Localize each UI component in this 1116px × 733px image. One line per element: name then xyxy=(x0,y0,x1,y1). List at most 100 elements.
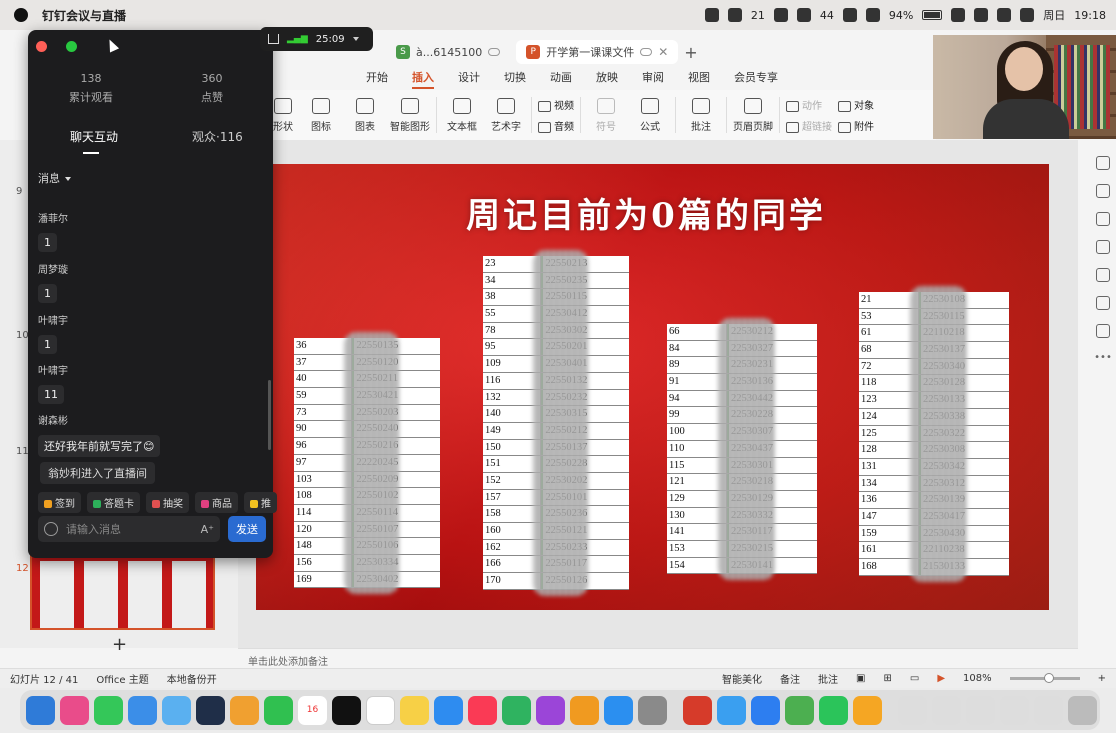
theme-label[interactable]: Office 主题 xyxy=(96,671,148,686)
emoji-icon[interactable] xyxy=(44,522,58,536)
apple-icon[interactable] xyxy=(14,8,28,22)
photos-icon[interactable] xyxy=(230,695,259,725)
wechat-app-icon[interactable] xyxy=(819,695,848,725)
wifi-icon[interactable] xyxy=(951,8,966,22)
zoom-slider[interactable] xyxy=(1009,673,1080,683)
message-filter[interactable]: 消息 xyxy=(38,170,71,186)
slide-number[interactable]: 12 xyxy=(16,563,29,574)
keynote-icon[interactable] xyxy=(434,695,463,725)
wps-icon[interactable] xyxy=(773,8,788,22)
more-icon[interactable]: ••• xyxy=(1094,352,1112,363)
attachment-button[interactable]: 附件 xyxy=(838,118,874,133)
select-icon[interactable] xyxy=(1096,156,1110,170)
image-icon[interactable] xyxy=(1096,268,1110,282)
promote-button[interactable]: 推 xyxy=(244,492,277,513)
dingtalk-app-icon[interactable] xyxy=(751,695,780,725)
mail-icon[interactable] xyxy=(128,695,157,725)
recent-window-icon[interactable] xyxy=(1034,695,1063,725)
view-normal-icon[interactable]: ▣ xyxy=(856,673,865,684)
zoom-window-button[interactable] xyxy=(66,41,77,52)
slideshow-icon[interactable]: ▶ xyxy=(937,673,945,684)
video-button[interactable]: 视频 xyxy=(538,97,574,112)
appstore-icon[interactable] xyxy=(604,695,633,725)
chart-button[interactable]: 图表 xyxy=(346,92,384,138)
object-button[interactable]: 对象 xyxy=(838,97,874,112)
view-reading-icon[interactable]: ▭ xyxy=(910,673,919,684)
control-center-icon[interactable] xyxy=(997,8,1012,22)
tab-viewers[interactable]: 观众·116 xyxy=(192,128,243,145)
slide-thumbnail-current[interactable] xyxy=(30,555,215,630)
zoom-level[interactable]: 108% xyxy=(963,673,992,684)
new-tab-icon[interactable]: + xyxy=(684,43,697,62)
finder-icon[interactable] xyxy=(26,695,55,725)
zoom-in-icon[interactable]: + xyxy=(1098,673,1106,684)
slide[interactable]: 周记目前为0篇的同学 36225501353722550120402255021… xyxy=(256,164,1049,610)
recent-window-icon[interactable] xyxy=(898,695,927,725)
send-button[interactable]: 发送 xyxy=(228,516,266,542)
numbers-icon[interactable] xyxy=(502,695,531,725)
safari-icon[interactable] xyxy=(162,695,191,725)
battery-icon[interactable] xyxy=(922,10,943,20)
safari-browser-icon[interactable] xyxy=(717,695,746,725)
tab-design[interactable]: 设计 xyxy=(458,69,480,85)
home-icon[interactable] xyxy=(268,34,279,44)
input-method-icon[interactable] xyxy=(865,8,880,22)
lottery-button[interactable]: 抽奖 xyxy=(146,492,189,513)
product-button[interactable]: 商品 xyxy=(195,492,238,513)
checkin-button[interactable]: 签到 xyxy=(38,492,81,513)
doc-tab-sheet[interactable]: S à...6145100 xyxy=(386,40,510,64)
student-table-1[interactable]: 3622550135372255012040225502115922530421… xyxy=(294,332,440,595)
podcasts-icon[interactable] xyxy=(536,695,565,725)
wechat-icon[interactable] xyxy=(727,8,742,22)
student-table-3[interactable]: 6622530212842253032789225302319122530136… xyxy=(667,318,817,581)
tab-chat[interactable]: 聊天互动 xyxy=(70,128,118,145)
network-icon[interactable] xyxy=(796,8,811,22)
menubar-clock[interactable]: 19:18 xyxy=(1074,9,1106,22)
live-timer-pill[interactable]: ▂▄▆ 25:09 xyxy=(260,27,373,51)
tab-home[interactable]: 开始 xyxy=(366,69,388,85)
tab-insert[interactable]: 插入 xyxy=(412,69,434,89)
slide-number[interactable]: 9 xyxy=(16,186,22,197)
comments-toggle[interactable]: 批注 xyxy=(818,671,838,686)
slide-number[interactable]: 11 xyxy=(16,446,29,457)
slide-title[interactable]: 周记目前为0篇的同学 xyxy=(456,188,836,237)
wps-office-icon[interactable] xyxy=(683,695,712,725)
paint-icon[interactable] xyxy=(1096,324,1110,338)
quiz-button[interactable]: 答题卡 xyxy=(87,492,140,513)
student-table-4[interactable]: 2122530108532253011561221102186822530137… xyxy=(859,286,1009,582)
close-tab-icon[interactable]: ✕ xyxy=(658,45,668,59)
font-format-icon[interactable]: A⁺ xyxy=(201,523,214,536)
notes-toggle[interactable]: 备注 xyxy=(780,671,800,686)
add-slide-button[interactable]: + xyxy=(112,634,127,655)
recent-window-icon[interactable] xyxy=(1000,695,1029,725)
textbox-button[interactable]: 文本框 xyxy=(443,92,481,138)
action-button[interactable]: 动作 xyxy=(786,97,832,112)
tab-slideshow[interactable]: 放映 xyxy=(596,69,618,85)
history-icon[interactable] xyxy=(1096,296,1110,310)
classroom-app-icon[interactable] xyxy=(853,695,882,725)
slide-number[interactable]: 10 xyxy=(16,330,29,341)
tab-view[interactable]: 视图 xyxy=(688,69,710,85)
calendar-icon[interactable]: 16 xyxy=(298,695,327,725)
tab-transition[interactable]: 切换 xyxy=(504,69,526,85)
smartart-button[interactable]: 智能图形 xyxy=(390,92,430,138)
shape-button[interactable]: 形状 xyxy=(270,92,296,138)
messages-icon[interactable] xyxy=(94,695,123,725)
reminders-icon[interactable] xyxy=(366,695,395,725)
star-icon[interactable] xyxy=(1096,212,1110,226)
settings-icon[interactable] xyxy=(1096,184,1110,198)
header-footer-button[interactable]: 页眉页脚 xyxy=(733,92,773,138)
search-icon[interactable] xyxy=(974,8,989,22)
chat-input[interactable]: 请输入消息 A⁺ xyxy=(38,516,220,542)
dingtalk-icon[interactable] xyxy=(196,695,225,725)
pages-icon[interactable] xyxy=(570,695,599,725)
podcast-icon[interactable] xyxy=(842,8,857,22)
chat-scrollbar[interactable] xyxy=(268,380,271,450)
recent-window-icon[interactable] xyxy=(966,695,995,725)
wordart-button[interactable]: 艺术字 xyxy=(487,92,525,138)
recent-window-icon[interactable] xyxy=(932,695,961,725)
tab-animation[interactable]: 动画 xyxy=(550,69,572,85)
app-name[interactable]: 钉钉会议与直播 xyxy=(42,7,126,24)
copy-icon[interactable] xyxy=(1096,240,1110,254)
hyperlink-button[interactable]: 超链接 xyxy=(786,118,832,133)
